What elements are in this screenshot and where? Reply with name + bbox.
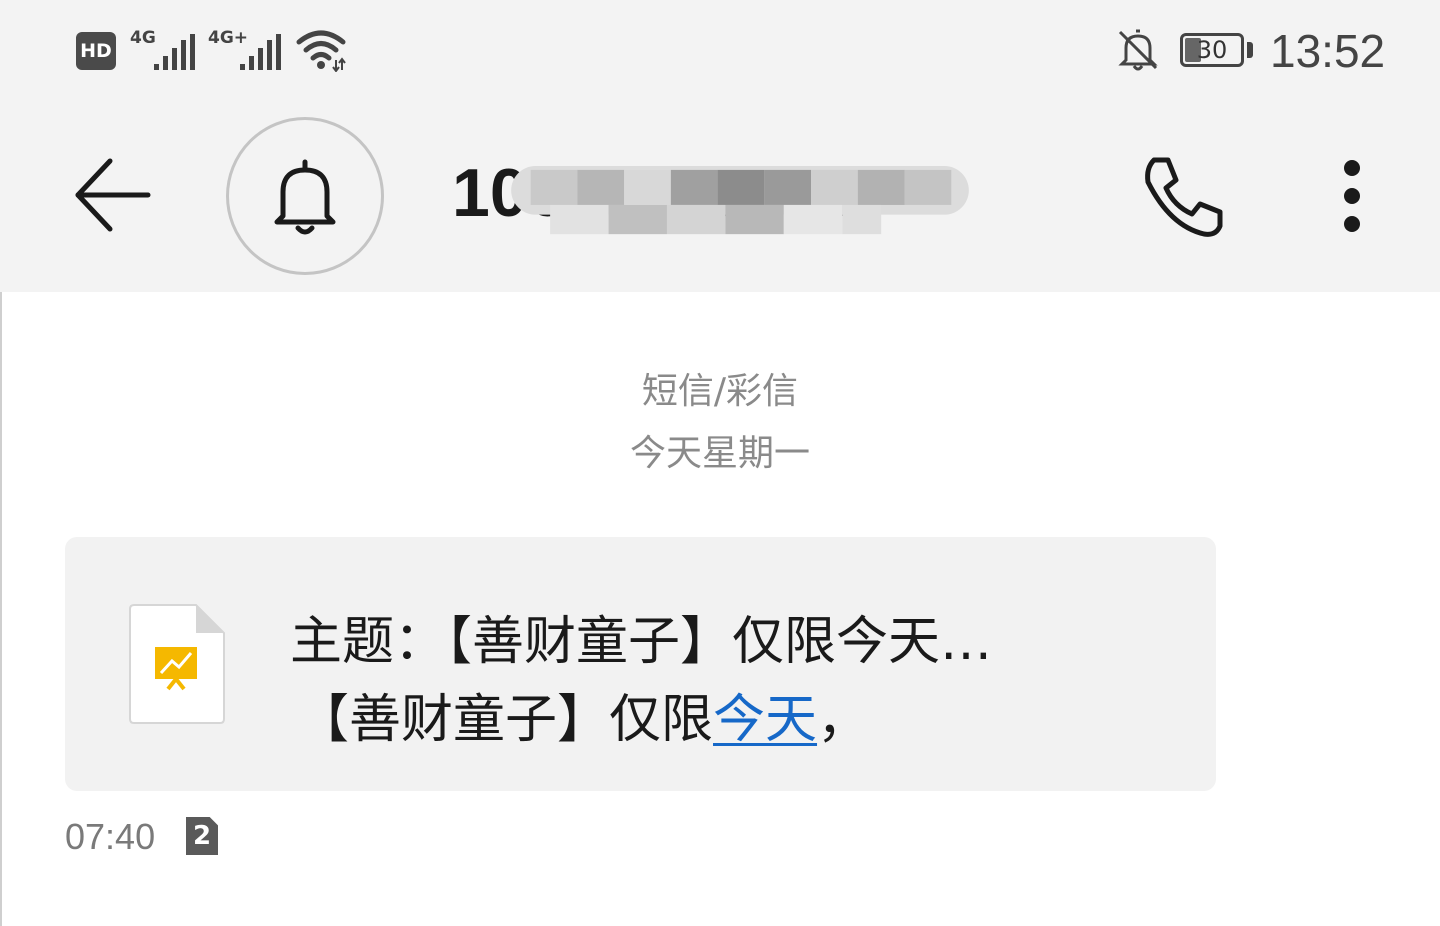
- conversation-date-label: 今天星期一: [629, 433, 810, 474]
- message-time: 07:40: [65, 816, 156, 857]
- battery-tip: [1247, 42, 1253, 58]
- hd-badge: HD: [76, 32, 116, 70]
- signal-2: 4G+: [208, 28, 288, 72]
- wifi-icon: [296, 30, 346, 72]
- more-icon: [1344, 160, 1360, 176]
- signal-bars-icon: [240, 34, 281, 70]
- more-options-button[interactable]: [1340, 160, 1364, 236]
- notification-toggle-button[interactable]: [226, 117, 384, 275]
- message-body: 【善财童子】仅限今天，: [297, 677, 869, 752]
- battery-indicator: 30: [1180, 33, 1244, 67]
- message-bubble[interactable]: 主题：【善财童子】仅限今天… 【善财童子】仅限今天，: [65, 537, 1216, 791]
- top-bar: HD 4G 4G+ 30 13:52: [0, 0, 1440, 292]
- presentation-file-icon: [129, 604, 225, 724]
- signal-1: 4G: [130, 28, 200, 72]
- back-arrow-icon[interactable]: [72, 155, 152, 235]
- message-body-prefix: 【善财童子】仅限: [297, 690, 714, 750]
- message-body-suffix: ，: [817, 690, 870, 750]
- sim-card-icon: 2: [186, 817, 218, 855]
- status-clock: 13:52: [1270, 25, 1386, 77]
- message-subject: 主题：【善财童子】仅限今天…: [290, 612, 993, 672]
- redaction-mosaic: [511, 166, 969, 235]
- more-icon-dot: [1344, 188, 1360, 204]
- status-bar: HD 4G 4G+ 30 13:52: [0, 0, 1440, 100]
- bell-icon: [274, 159, 336, 235]
- phone-icon[interactable]: [1140, 152, 1228, 240]
- signal-bars-icon: [154, 34, 195, 70]
- more-icon-dot: [1344, 216, 1360, 232]
- conversation-type-label: 短信/彩信: [641, 371, 799, 412]
- battery-percent: 30: [1196, 36, 1228, 64]
- date-link[interactable]: 今天: [713, 690, 817, 750]
- bell-off-icon: [1118, 29, 1158, 71]
